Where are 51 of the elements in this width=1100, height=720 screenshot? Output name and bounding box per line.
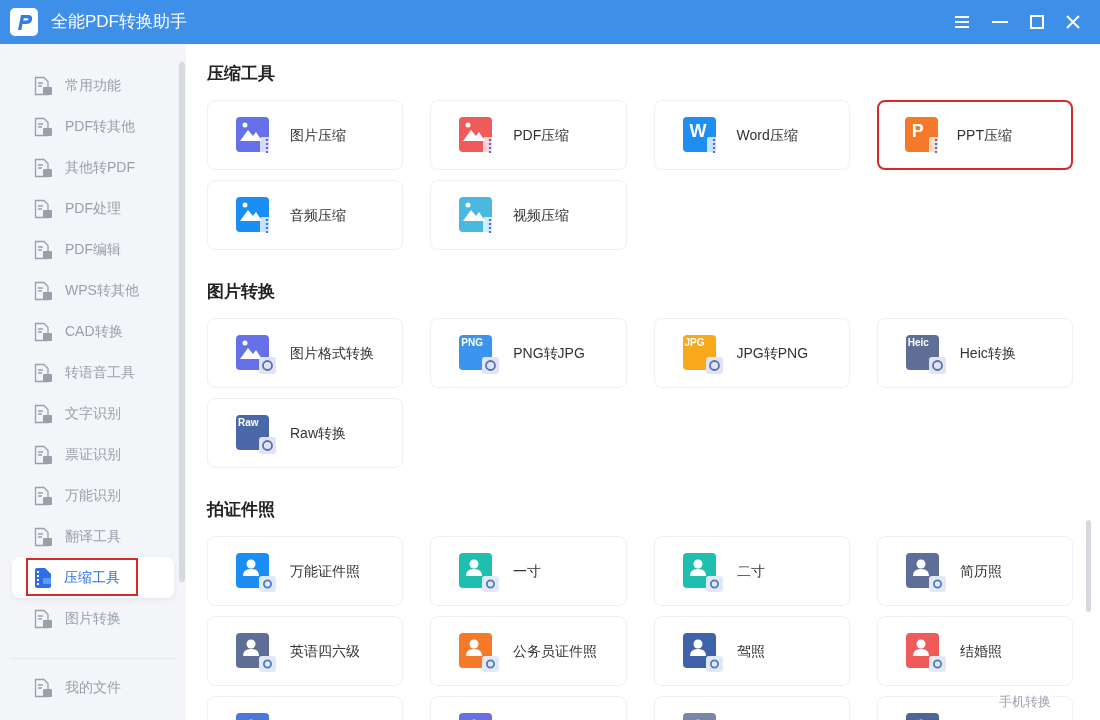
icon-label: Raw (238, 415, 259, 430)
tool-card[interactable]: 驾照 (653, 616, 850, 686)
tool-card[interactable]: 视频压缩 (430, 180, 627, 250)
icon-label: Heic (907, 335, 929, 350)
tool-card[interactable]: 万能证件照 (207, 536, 404, 606)
tool-card[interactable]: JPG JPG转PNG (653, 318, 850, 388)
document-icon (34, 444, 53, 465)
tool-card[interactable]: 二寸 (653, 536, 850, 606)
tool-card[interactable]: 简历照 (876, 536, 1073, 606)
document-icon (34, 280, 53, 301)
tool-card[interactable]: W Word压缩 (653, 100, 850, 170)
document-icon (34, 321, 53, 342)
document-icon (34, 677, 53, 698)
menu-icon[interactable] (954, 15, 970, 29)
close-icon[interactable] (1066, 15, 1080, 29)
tool-card[interactable]: Raw Raw转换 (207, 398, 404, 468)
tool-card[interactable]: Heic Heic转换 (876, 318, 1073, 388)
window-title: 全能PDF转换助手 (51, 11, 187, 34)
tool-card[interactable]: 英语四六级 (207, 616, 404, 686)
tool-card[interactable]: 结婚照 (876, 616, 1073, 686)
icon-label: PNG (461, 335, 483, 350)
document-icon (34, 608, 53, 629)
tool-card[interactable]: 图片压缩 (207, 100, 404, 170)
document-icon (34, 157, 53, 178)
icon-label: JPG (684, 335, 705, 350)
document-icon (34, 403, 53, 424)
document-icon (34, 198, 53, 219)
scrollbar[interactable] (1086, 520, 1091, 612)
compress-icon (34, 567, 52, 588)
icon-label: P (911, 123, 924, 138)
maximize-icon[interactable] (1030, 15, 1044, 29)
document-icon (34, 526, 53, 547)
tool-card[interactable]: 一寸 (430, 536, 627, 606)
tool-card[interactable]: PDF压缩 (430, 100, 627, 170)
document-icon (34, 239, 53, 260)
document-icon (34, 485, 53, 506)
section-heading: 拍证件照 (207, 499, 276, 521)
tool-card[interactable]: P PPT压缩 (876, 100, 1073, 170)
tool-card[interactable]: 音频压缩 (207, 180, 404, 250)
sidebar-item[interactable]: 压缩工具 (12, 557, 174, 598)
document-icon (34, 75, 53, 96)
scrollbar[interactable] (179, 62, 185, 582)
document-icon (34, 362, 53, 383)
tool-card[interactable]: 图片格式转换 (207, 318, 404, 388)
tool-card[interactable]: PNG PNG转JPG (430, 318, 627, 388)
tool-card[interactable]: 公务员证件照 (430, 616, 627, 686)
section-heading: 压缩工具 (207, 63, 276, 85)
section-heading: 图片转换 (207, 281, 276, 303)
icon-label: W (689, 123, 707, 138)
document-icon (34, 116, 53, 137)
logo-icon (10, 8, 38, 36)
